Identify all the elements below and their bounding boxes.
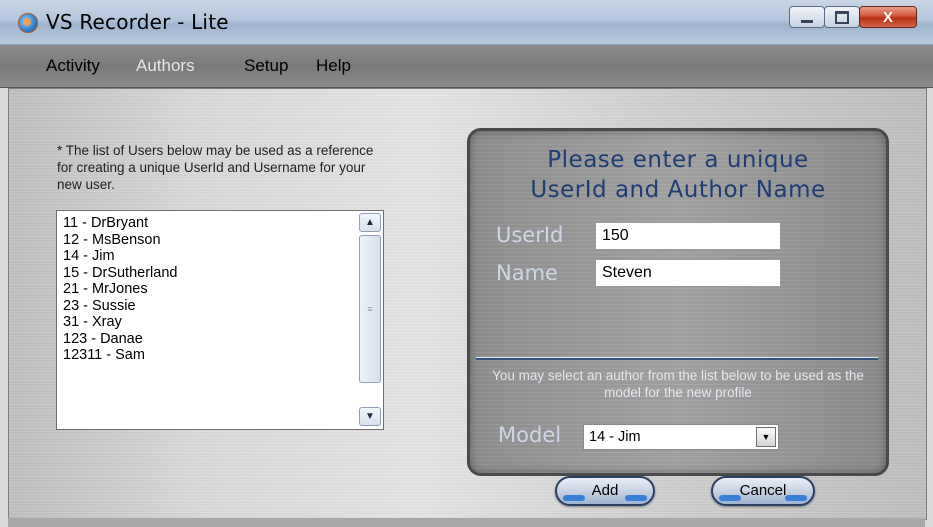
users-listbox[interactable]: 11 - DrBryant 12 - MsBenson 14 - Jim 15 …	[56, 210, 384, 430]
panel-title-line1: Please enter a unique	[547, 147, 809, 173]
list-item[interactable]: 14 - Jim	[63, 248, 383, 265]
model-select-value: 14 - Jim	[589, 429, 641, 445]
app-globe-icon	[18, 13, 38, 33]
grip-icon: ≡	[367, 304, 373, 314]
userid-label: UserId	[496, 223, 564, 247]
list-item[interactable]: 12 - MsBenson	[63, 232, 383, 249]
chevron-down-icon: ▼	[761, 432, 771, 442]
userid-field[interactable]: 150	[595, 222, 781, 250]
dropdown-arrow-button[interactable]: ▼	[756, 427, 776, 447]
minimize-icon	[801, 19, 813, 23]
add-button[interactable]: Add	[555, 476, 655, 506]
window-title-bar[interactable]: VS Recorder - Lite X	[0, 0, 933, 45]
users-list: 11 - DrBryant 12 - MsBenson 14 - Jim 15 …	[57, 211, 383, 364]
maximize-button[interactable]	[824, 6, 860, 28]
window-controls: X	[789, 6, 917, 30]
list-item[interactable]: 12311 - Sam	[63, 347, 383, 364]
client-area: * The list of Users below may be used as…	[8, 88, 927, 520]
chevron-up-icon: ▲	[365, 217, 375, 228]
scroll-down-button[interactable]: ▼	[359, 407, 381, 426]
new-author-panel: Please enter a unique UserId and Author …	[467, 128, 889, 506]
panel-title: Please enter a unique UserId and Author …	[470, 145, 886, 205]
maximize-icon	[835, 10, 849, 24]
list-item[interactable]: 11 - DrBryant	[63, 215, 383, 232]
users-scrollbar[interactable]: ▲ ≡ ▼	[359, 213, 381, 426]
model-label: Model	[498, 423, 562, 447]
model-select[interactable]: 14 - Jim ▼	[583, 424, 779, 450]
list-item[interactable]: 21 - MrJones	[63, 281, 383, 298]
window-bottom-border	[8, 518, 925, 527]
cancel-button[interactable]: Cancel	[711, 476, 815, 506]
list-item[interactable]: 23 - Sussie	[63, 298, 383, 315]
menu-authors[interactable]: Authors	[136, 56, 195, 76]
menu-help[interactable]: Help	[316, 56, 351, 76]
window-title: VS Recorder - Lite	[46, 10, 229, 34]
name-field[interactable]: Steven	[595, 259, 781, 287]
list-item[interactable]: 123 - Danae	[63, 331, 383, 348]
list-item[interactable]: 15 - DrSutherland	[63, 265, 383, 282]
menu-bar: Activity Authors Setup Help	[0, 45, 933, 88]
chevron-down-icon: ▼	[365, 411, 375, 422]
scroll-thumb[interactable]: ≡	[359, 235, 381, 383]
close-button[interactable]: X	[859, 6, 917, 28]
name-label: Name	[496, 261, 558, 285]
list-item[interactable]: 31 - Xray	[63, 314, 383, 331]
panel-divider	[476, 357, 878, 360]
close-icon: X	[882, 8, 893, 26]
model-note-text: You may select an author from the list b…	[492, 368, 864, 400]
menu-setup[interactable]: Setup	[244, 56, 288, 76]
panel-title-line2: UserId and Author Name	[530, 177, 826, 203]
scroll-up-button[interactable]: ▲	[359, 213, 381, 232]
menu-activity[interactable]: Activity	[46, 56, 100, 76]
users-hint-text: * The list of Users below may be used as…	[57, 143, 374, 192]
minimize-button[interactable]	[789, 6, 825, 28]
